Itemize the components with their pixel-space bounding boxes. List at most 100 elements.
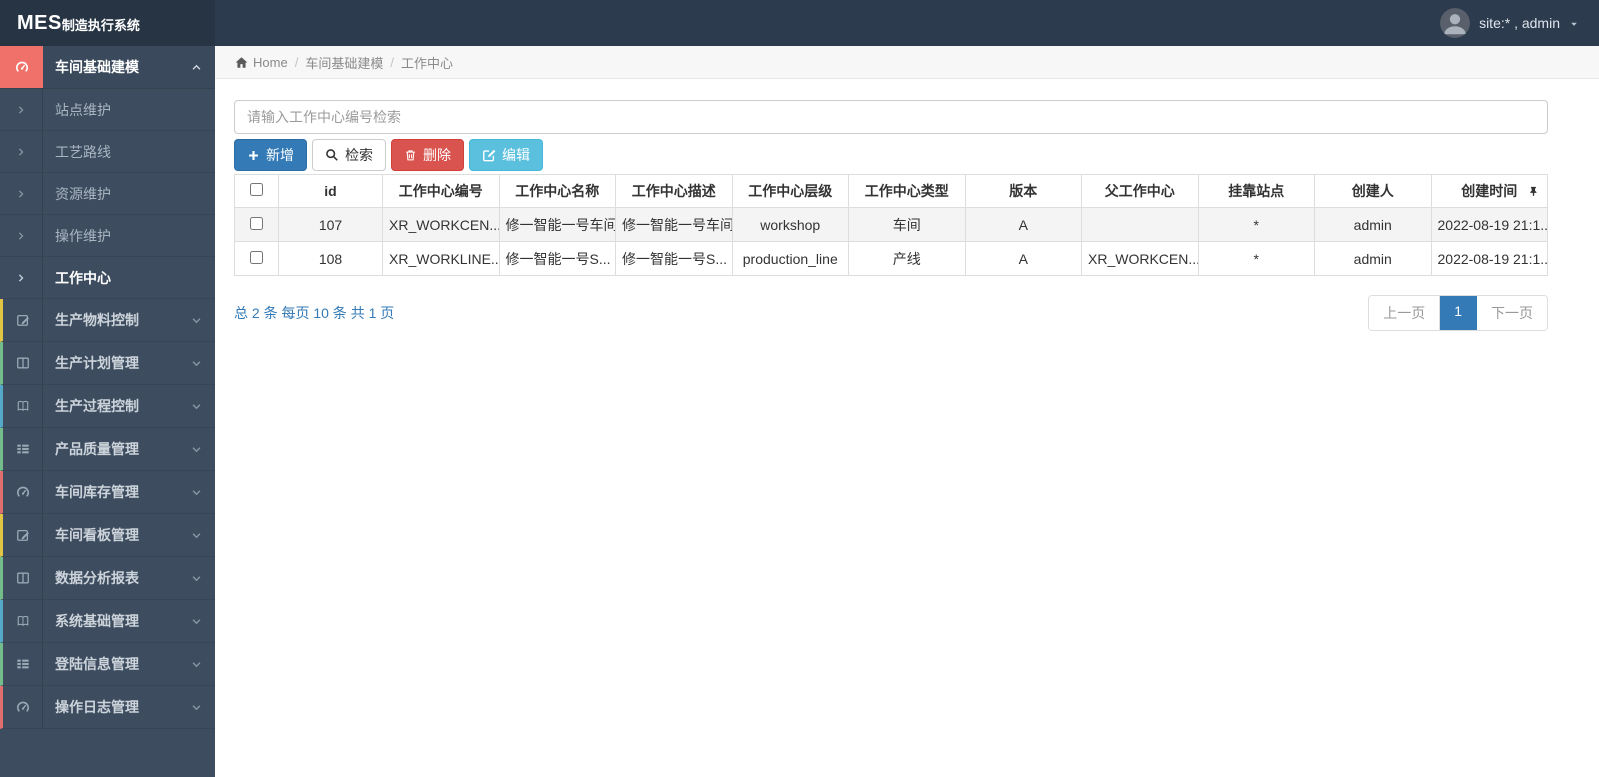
list-icon [3,428,43,470]
delete-button[interactable]: 删除 [391,139,464,171]
sidebar-group-生产过程控制[interactable]: 生产过程控制 [0,385,215,428]
sidebar-group-workshop-modeling[interactable]: 车间基础建模 [0,46,215,89]
app-logo: MES 制造执行系统 [0,0,215,46]
column-header-工作中心描述: 工作中心描述 [615,174,733,208]
sidebar-group-label: 车间看板管理 [55,527,139,543]
dashboard-icon [3,471,43,513]
table-cell: XR_WORKLINE... [382,241,500,276]
row-checkbox[interactable] [250,216,263,230]
sidebar-item-label: 资源维护 [55,185,111,202]
column-header-创建时间: 创建时间 [1430,174,1548,208]
chevron-right-icon [0,257,43,298]
chevron-down-icon [191,616,202,627]
sidebar-item-工作中心[interactable]: 工作中心 [0,257,215,299]
search-icon [325,148,339,162]
table-cell: A [964,241,1082,276]
sidebar-group-label: 生产过程控制 [55,398,139,414]
edit-icon [3,299,43,341]
table-cell: admin [1314,207,1432,242]
sidebar-item-label: 工作中心 [55,269,111,286]
pin-icon[interactable] [1528,185,1539,197]
prev-page-button[interactable]: 上一页 [1369,296,1441,330]
sidebar-group-label: 生产物料控制 [55,312,139,328]
sidebar-item-label: 工艺路线 [55,143,111,160]
chevron-down-icon [191,358,202,369]
chevron-right-icon [0,215,43,256]
column-header-工作中心编号: 工作中心编号 [382,174,500,208]
top-navbar: MES 制造执行系统 site:* , admin [0,0,1599,46]
delete-button-label: 删除 [423,147,451,163]
search-button[interactable]: 检索 [312,139,386,171]
sidebar-group-操作日志管理[interactable]: 操作日志管理 [0,686,215,729]
user-label: site:* , admin [1479,15,1560,31]
sidebar-group-label: 生产计划管理 [55,355,139,371]
add-button[interactable]: 新增 [234,139,307,171]
sidebar-submenu: 站点维护工艺路线资源维护操作维护工作中心 [0,89,215,299]
row-checkbox[interactable] [250,250,263,264]
caret-down-icon [1569,19,1579,29]
sidebar-group-车间看板管理[interactable]: 车间看板管理 [0,514,215,557]
sidebar-group-生产计划管理[interactable]: 生产计划管理 [0,342,215,385]
sidebar-group-生产物料控制[interactable]: 生产物料控制 [0,299,215,342]
sidebar-group-登陆信息管理[interactable]: 登陆信息管理 [0,643,215,686]
edit-icon [3,514,43,556]
header-checkbox-cell [234,174,279,208]
sidebar-item-站点维护[interactable]: 站点维护 [0,89,215,131]
breadcrumb-home[interactable]: Home [253,55,288,70]
edit-button[interactable]: 编辑 [469,139,543,171]
sidebar-item-资源维护[interactable]: 资源维护 [0,173,215,215]
sidebar-item-label: 站点维护 [55,101,111,118]
user-menu[interactable]: site:* , admin [1440,0,1599,46]
pagination-summary: 总 2 条 每页 10 条 共 1 页 [234,305,395,321]
sidebar-group-label: 数据分析报表 [55,570,139,586]
column-header-创建人: 创建人 [1314,174,1432,208]
sidebar-group-产品质量管理[interactable]: 产品质量管理 [0,428,215,471]
sidebar-item-label: 操作维护 [55,227,111,244]
search-button-label: 检索 [345,147,373,163]
chevron-down-icon [191,444,202,455]
table-cell: production_line [731,241,849,276]
book-icon [3,385,43,427]
add-button-label: 新增 [266,147,294,163]
book-icon [3,600,43,642]
column-header-工作中心名称: 工作中心名称 [498,174,616,208]
table-cell: 修一智能一号S... [615,241,733,276]
sidebar-groups: 生产物料控制 生产计划管理 生产过程控制产品质量管理 车间库存管理车间看板管理 数据分析… [0,299,215,729]
search-input[interactable] [234,100,1548,134]
plus-icon [247,149,260,162]
table-cell: 修一智能一号S... [498,241,616,276]
chevron-down-icon [191,702,202,713]
select-all-checkbox[interactable] [250,183,263,196]
breadcrumb-item-page: 工作中心 [400,55,453,71]
next-page-button[interactable]: 下一页 [1477,296,1547,330]
list-icon [3,643,43,685]
table-cell: 108 [278,241,383,276]
pencil-square-icon [482,148,496,162]
column-header-id: id [278,174,383,208]
sidebar-item-工艺路线[interactable]: 工艺路线 [0,131,215,173]
sidebar-group-label: 操作日志管理 [55,699,139,715]
table-cell [1081,207,1199,242]
trash-icon [404,148,417,162]
row-checkbox-cell [234,207,279,242]
content-area: Home / 车间基础建模 / 工作中心 新增 检索 删除 [215,46,1599,777]
sidebar-group-label: 车间基础建模 [55,59,139,75]
chevron-down-icon [191,315,202,326]
sidebar-group-数据分析报表[interactable]: 数据分析报表 [0,557,215,600]
chevron-down-icon [191,659,202,670]
page-1-button[interactable]: 1 [1440,296,1477,330]
page-layout: 车间基础建模 站点维护 工艺路线 资源维护 操作维护 工作中心 生产物料控制 生产计划管理… [0,46,1599,777]
sidebar-item-操作维护[interactable]: 操作维护 [0,215,215,257]
chevron-down-icon [191,573,202,584]
dashboard-icon [0,46,43,88]
columns-icon [3,557,43,599]
breadcrumb-item-module: 车间基础建模 [305,55,384,71]
breadcrumb-separator: / [294,54,299,70]
chevron-down-icon [191,530,202,541]
column-header-工作中心类型: 工作中心类型 [848,174,966,208]
table-cell: workshop [731,207,849,242]
work-center-table: id 工作中心编号 工作中心名称 工作中心描述 工作中心层级 工作中心类型 版本 父工作中心挂… [234,174,1548,276]
sidebar-group-车间库存管理[interactable]: 车间库存管理 [0,471,215,514]
chevron-down-icon [191,401,202,412]
sidebar-group-系统基础管理[interactable]: 系统基础管理 [0,600,215,643]
